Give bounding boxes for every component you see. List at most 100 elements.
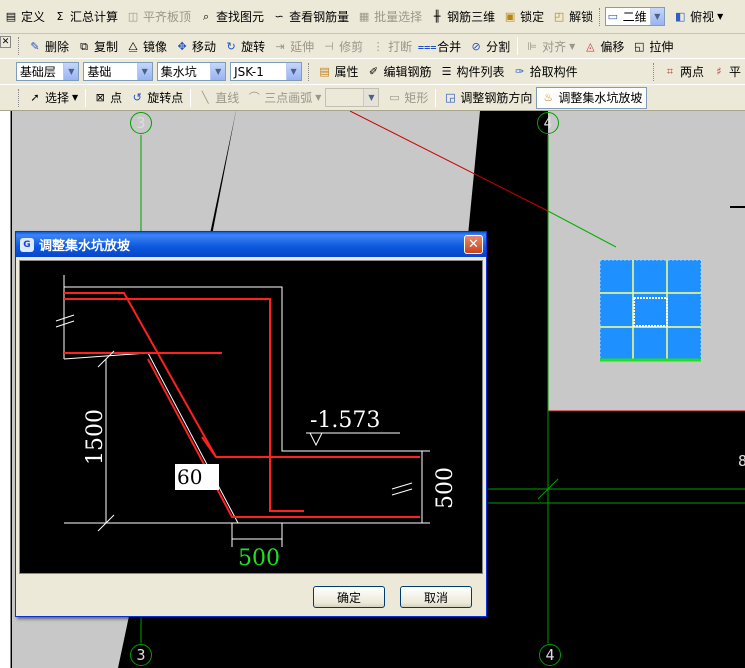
arc-icon: ⌒ [248,91,260,104]
find-element-button[interactable]: ⌕ 查找图元 [195,6,268,28]
unlock-button[interactable]: ◰ 解锁 [548,6,597,28]
app-icon: G [20,237,34,252]
bottom-dim-text: 500 [238,546,280,571]
define-icon: ▤ [5,10,17,23]
chevron-down-icon: ▼ [363,89,379,106]
view-direction-button[interactable]: ◧ 俯视 ▼ [669,6,727,28]
two-point-button[interactable]: ⌗ 两点 [659,61,708,83]
offset-button[interactable]: ◬ 偏移 [579,35,628,57]
chevron-down-icon: ▼ [649,8,665,25]
mirror-icon: ⧋ [128,39,138,53]
split-icon: ⊘ [471,39,481,53]
axis-label-3-top: 3 [130,112,152,134]
line-icon: ╲ [201,91,209,104]
arc-option-select[interactable]: ▼ [325,88,380,107]
component-type-select[interactable]: 集水坑 ▼ [156,62,227,81]
slope-diagram-area: -1.573 1500 500 500 [19,260,483,574]
view-mode-select[interactable]: ▭ 二维 ▼ [605,7,666,26]
ok-button[interactable]: 确定 [313,586,385,608]
adjust-pit-slope-icon: ♨ [543,91,554,104]
lock-icon: ▣ [504,10,516,23]
category-select[interactable]: 基础 ▼ [83,62,153,81]
dialog-title: 调整集水坑放坡 [39,239,131,254]
break-mark-left-2 [55,320,75,328]
chevron-down-icon: ▼ [210,63,226,80]
stretch-icon: ◱ [634,39,645,53]
define-button[interactable]: ▤ 定义 [0,6,49,28]
view-rebar-icon: ∽ [274,10,284,23]
rectangle-button[interactable]: ▭ 矩形 [383,87,432,109]
batch-select-icon: ▦ [358,10,370,23]
component-toolbar: 基础层 ▼ 基础 ▼ 集水坑 ▼ JSK-1 ▼ ▤ 属性 ✐ 编辑钢筋 ☰ 构件列表 ✑ 拾取… [0,58,745,84]
properties-button[interactable]: ▤ 属性 [314,61,363,83]
height-dim-text: 1500 [83,409,108,465]
parallel-icon: ♯ [716,65,722,78]
component-list-icon: ☰ [441,65,452,78]
extend-button[interactable]: ⇥ 延伸 [269,35,318,57]
chevron-down-icon: ▼ [285,63,301,80]
toolbar-grip [18,37,21,55]
move-icon: ✥ [177,39,187,53]
main-toolbar: ▤ 定义 Σ 汇总计算 ◫ 平齐板顶 ⌕ 查找图元 ∽ 查看钢筋量 ▦ 批量选择 ╫ 钢筋三维… [0,0,745,34]
chevron-down-icon: ▼ [63,63,79,80]
edit-rebar-icon: ✐ [368,65,379,78]
toolbar-grip [18,88,21,107]
summary-calc-button[interactable]: Σ 汇总计算 [49,6,122,28]
slope-diagram: -1.573 1500 500 500 [55,275,458,571]
merge-icon: ⩶ [417,39,437,53]
stretch-button[interactable]: ◱ 拉伸 [628,35,677,57]
lock-button[interactable]: ▣ 锁定 [499,6,548,28]
cancel-button[interactable]: 取消 [400,586,472,608]
select-button[interactable]: ➚ 选择 ▼ [24,87,82,109]
close-icon[interactable]: ✕ [464,235,483,254]
pit-slope-outline [147,352,239,524]
adjust-rebar-direction-button[interactable]: ◲ 调整钢筋方向 [439,87,536,109]
dialog-title-bar[interactable]: G 调整集水坑放坡 [16,232,486,257]
chevron-down-icon: ▼ [136,63,152,80]
rebar-3d-button[interactable]: ╫ 钢筋三维 [426,6,499,28]
edit-rebar-button[interactable]: ✐ 编辑钢筋 [363,61,436,83]
sump-pit[interactable] [599,259,702,362]
pick-component-button[interactable]: ✑ 拾取构件 [509,61,582,83]
view-rebar-qty-button[interactable]: ∽ 查看钢筋量 [268,6,353,28]
break-mark-left [55,314,75,322]
trim-button[interactable]: ⊣ 修剪 [318,35,367,57]
copy-button[interactable]: ⧉ 复制 [73,35,122,57]
panel-close-icon[interactable]: ✕ [0,36,11,48]
axis-label-3-bottom: 3 [130,644,152,666]
align-button[interactable]: ⊫ 对齐 ▼ [521,35,579,57]
view-2d-icon: ▭ [607,10,619,23]
break-button[interactable]: ⋮ 打断 [367,35,416,57]
rotate-point-icon: ↺ [132,91,142,104]
line-button[interactable]: ╲ 直线 [194,87,243,109]
mirror-button[interactable]: ⧋ 镜像 [122,35,171,57]
arc-button[interactable]: ⌒ 三点画弧 ▼ [243,87,325,109]
point-button[interactable]: ⊠ 点 [89,87,126,109]
rebar-3d-icon: ╫ [433,10,441,23]
adjust-rebar-dir-icon: ◲ [445,91,456,104]
axis-label-4-bottom: 4 [539,644,561,666]
delete-button[interactable]: ✎ 删除 [24,35,73,57]
move-button[interactable]: ✥ 移动 [171,35,220,57]
align-slab-icon: ◫ [127,10,139,23]
axis-label-4-top: 4 [537,112,559,134]
component-list-button[interactable]: ☰ 构件列表 [436,61,509,83]
rotate-point-button[interactable]: ↺ 旋转点 [126,87,187,109]
component-name-select[interactable]: JSK-1 ▼ [230,62,302,81]
batch-select-button[interactable]: ▦ 批量选择 [353,6,426,28]
align-slab-top-button[interactable]: ◫ 平齐板顶 [122,6,195,28]
depth-dim-text: 500 [433,467,458,509]
depth-break-mark-2 [391,488,413,496]
floor-select[interactable]: 基础层 ▼ [15,62,80,81]
align-icon: ⊫ [527,39,537,53]
merge-button[interactable]: ⩶ 合并 [416,35,465,57]
slope-angle-input[interactable] [175,464,219,490]
adjust-pit-slope-button[interactable]: ♨ 调整集水坑放坡 [536,86,648,109]
parallel-button[interactable]: ♯ 平 [708,61,745,83]
elevation-triangle [309,432,323,447]
sigma-icon: Σ [56,10,64,23]
axis-label-right-partial: 8 [738,452,745,470]
break-icon: ⋮ [372,39,384,53]
split-button[interactable]: ⊘ 分割 [465,35,514,57]
rotate-button[interactable]: ↻ 旋转 [220,35,269,57]
